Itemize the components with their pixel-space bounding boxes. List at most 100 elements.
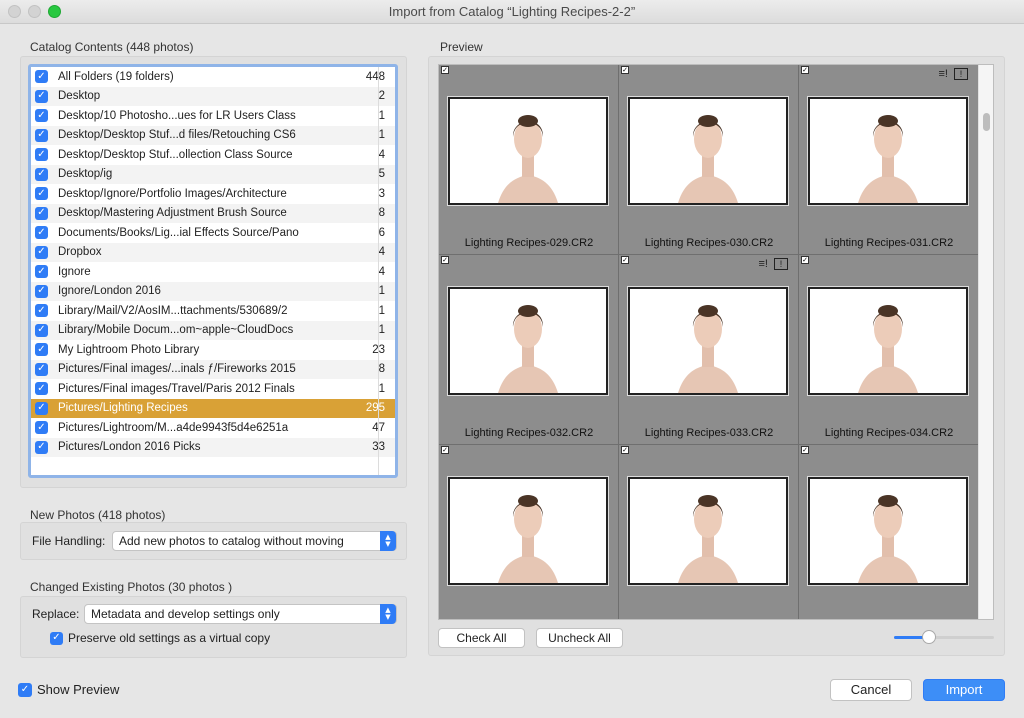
checkmark-icon[interactable]: ✓: [35, 245, 48, 259]
folder-photo-count: 33: [355, 441, 395, 453]
photo-thumbnail-cell[interactable]: ✓ ≡!! Lighting Recipes-033.CR2: [619, 255, 799, 445]
photo-thumbnail[interactable]: [807, 96, 969, 206]
checkmark-icon[interactable]: ✓: [35, 401, 48, 415]
scrollbar-thumb[interactable]: [983, 113, 990, 131]
catalog-folder-row[interactable]: ✓ Dropbox 4: [31, 242, 395, 262]
checkmark-icon[interactable]: ✓: [35, 362, 48, 376]
preserve-virtual-copy-label: Preserve old settings as a virtual copy: [68, 631, 271, 645]
uncheck-all-button[interactable]: Uncheck All: [536, 628, 623, 648]
checkmark-icon[interactable]: ✓: [35, 206, 48, 220]
catalog-folder-row[interactable]: ✓ Documents/Books/Lig...ial Effects Sourc…: [31, 223, 395, 243]
catalog-folder-row[interactable]: ✓ Pictures/Lighting Recipes 295: [31, 398, 395, 418]
checkmark-icon[interactable]: ✓: [621, 446, 629, 454]
checkmark-icon[interactable]: ✓: [35, 89, 48, 103]
catalog-folder-row[interactable]: ✓ My Lightroom Photo Library 23: [31, 340, 395, 360]
photo-thumbnail-cell[interactable]: ✓ Lighting Recipes-034.CR2: [799, 255, 979, 445]
checkmark-icon[interactable]: ✓: [801, 256, 809, 264]
checkmark-icon[interactable]: ✓: [35, 109, 48, 123]
checkmark-icon[interactable]: ✓: [35, 440, 48, 454]
file-handling-select[interactable]: Add new photos to catalog without moving…: [112, 531, 397, 551]
checkmark-icon[interactable]: ✓: [441, 66, 449, 74]
slider-knob[interactable]: [922, 630, 936, 644]
photo-badges: ≡!!: [939, 68, 968, 80]
folder-photo-count: 8: [378, 363, 385, 376]
import-button[interactable]: Import: [923, 679, 1005, 701]
catalog-folder-row[interactable]: ✓ Desktop/ig 5: [31, 164, 395, 184]
checkmark-icon[interactable]: ✓: [35, 421, 48, 435]
checkmark-icon[interactable]: ✓: [35, 148, 48, 162]
folder-photo-count: 295: [365, 402, 385, 415]
photo-thumbnail[interactable]: [627, 476, 789, 586]
checkmark-icon[interactable]: ✓: [621, 256, 629, 264]
preview-grid-area[interactable]: ✓ Lighting Recipes-029.CR2 ✓ Lighting Recip…: [438, 64, 994, 620]
checkmark-icon[interactable]: ✓: [801, 66, 809, 74]
checkmark-icon[interactable]: ✓: [35, 128, 48, 142]
folder-photo-count: 5: [378, 168, 385, 181]
checkmark-icon[interactable]: ✓: [621, 66, 629, 74]
folder-name: Dropbox: [58, 246, 102, 259]
cancel-button[interactable]: Cancel: [830, 679, 912, 701]
check-all-button[interactable]: Check All: [438, 628, 525, 648]
checkmark-icon[interactable]: ✓: [35, 187, 48, 201]
photo-thumbnail-cell[interactable]: ✓ Lighting Recipes-029.CR2: [439, 65, 619, 255]
metadata-badge-icon: ≡!: [938, 68, 948, 80]
catalog-folder-row[interactable]: ✓ Desktop/10 Photosho...ues for LR Users …: [31, 106, 395, 126]
replace-select[interactable]: Metadata and develop settings only ▲ ▼: [84, 604, 397, 624]
checkmark-icon[interactable]: ✓: [35, 382, 48, 396]
checkmark-icon[interactable]: ✓: [441, 256, 449, 264]
catalog-folder-row[interactable]: ✓ Ignore/London 2016 1: [31, 281, 395, 301]
checkmark-icon[interactable]: ✓: [35, 343, 48, 357]
catalog-folder-row[interactable]: ✓ Pictures/Final images/Travel/Paris 2012…: [31, 379, 395, 399]
new-photos-label: New Photos (418 photos): [30, 508, 166, 522]
photo-thumbnail-cell[interactable]: ✓ Lighting Recipes-032.CR2: [439, 255, 619, 445]
checkmark-icon[interactable]: ✓: [35, 265, 48, 279]
list-scroll-divider: [378, 67, 379, 475]
preserve-virtual-copy-option[interactable]: ✓ Preserve old settings as a virtual cop…: [50, 631, 270, 645]
changed-photos-label: Changed Existing Photos (30 photos ): [30, 580, 233, 594]
catalog-folder-row[interactable]: ✓ Desktop 2: [31, 86, 395, 106]
photo-thumbnail[interactable]: [447, 476, 609, 586]
photo-thumbnail-cell[interactable]: ✓ ≡!! Lighting Recipes-031.CR2: [799, 65, 979, 255]
catalog-folder-list[interactable]: ✓ All Folders (19 folders) 448 ✓ Desktop 2 ✓ De…: [28, 64, 398, 478]
thumbnail-size-slider[interactable]: [894, 630, 994, 644]
checkmark-icon[interactable]: ✓: [35, 167, 48, 181]
photo-thumbnail[interactable]: [627, 286, 789, 396]
checkmark-icon[interactable]: ✓: [35, 304, 48, 318]
file-handling-label: File Handling:: [32, 534, 106, 548]
photo-thumbnail-cell[interactable]: ✓ Lighting Recipes-030.CR2: [619, 65, 799, 255]
photo-thumbnail[interactable]: [627, 96, 789, 206]
catalog-folder-row[interactable]: ✓ Pictures/London 2016 Picks 33: [31, 437, 395, 457]
photo-thumbnail[interactable]: [807, 286, 969, 396]
folder-name: Desktop/Desktop Stuf...d files/Retouchin…: [58, 129, 296, 142]
photo-thumbnail[interactable]: [447, 96, 609, 206]
catalog-folder-row[interactable]: ✓ Library/Mobile Docum...om~apple~CloudDo…: [31, 320, 395, 340]
checkmark-icon[interactable]: ✓: [441, 446, 449, 454]
checkmark-icon[interactable]: ✓: [35, 226, 48, 240]
catalog-folder-row[interactable]: ✓ Desktop/Mastering Adjustment Brush Sour…: [31, 203, 395, 223]
checkmark-icon[interactable]: ✓: [35, 323, 48, 337]
checkmark-icon[interactable]: ✓: [50, 631, 63, 645]
checkmark-icon[interactable]: ✓: [35, 70, 48, 84]
thumbnail-grid: ✓ Lighting Recipes-029.CR2 ✓ Lighting Recip…: [439, 65, 979, 619]
photo-thumbnail-cell[interactable]: ✓: [439, 445, 619, 619]
catalog-folder-row[interactable]: ✓ All Folders (19 folders) 448: [31, 67, 395, 87]
preview-scrollbar[interactable]: [978, 65, 993, 619]
catalog-folder-row[interactable]: ✓ Pictures/Final images/...inals ƒ/Firewo…: [31, 359, 395, 379]
photo-thumbnail-cell[interactable]: ✓: [619, 445, 799, 619]
catalog-folder-row[interactable]: ✓ Desktop/Desktop Stuf...d files/Retouchi…: [31, 125, 395, 145]
checkmark-icon[interactable]: ✓: [35, 284, 48, 298]
photo-thumbnail-cell[interactable]: ✓: [799, 445, 979, 619]
photo-thumbnail[interactable]: [447, 286, 609, 396]
catalog-folder-row[interactable]: ✓ Library/Mail/V2/AosIM...ttachments/5306…: [31, 301, 395, 321]
catalog-folder-row[interactable]: ✓ Desktop/Desktop Stuf...ollection Class …: [31, 145, 395, 165]
folder-name: Desktop/ig: [58, 168, 113, 181]
folder-photo-count: 2: [378, 90, 385, 103]
catalog-folder-row[interactable]: ✓ Ignore 4: [31, 262, 395, 282]
catalog-folder-row[interactable]: ✓ Desktop/Ignore/Portfolio Images/Archite…: [31, 184, 395, 204]
checkmark-icon[interactable]: ✓: [18, 682, 32, 697]
portrait-photo: [450, 479, 606, 583]
show-preview-option[interactable]: ✓ Show Preview: [18, 682, 119, 697]
checkmark-icon[interactable]: ✓: [801, 446, 809, 454]
catalog-folder-row[interactable]: ✓ Pictures/Lightroom/M...a4de9943f5d4e625…: [31, 418, 395, 438]
photo-thumbnail[interactable]: [807, 476, 969, 586]
